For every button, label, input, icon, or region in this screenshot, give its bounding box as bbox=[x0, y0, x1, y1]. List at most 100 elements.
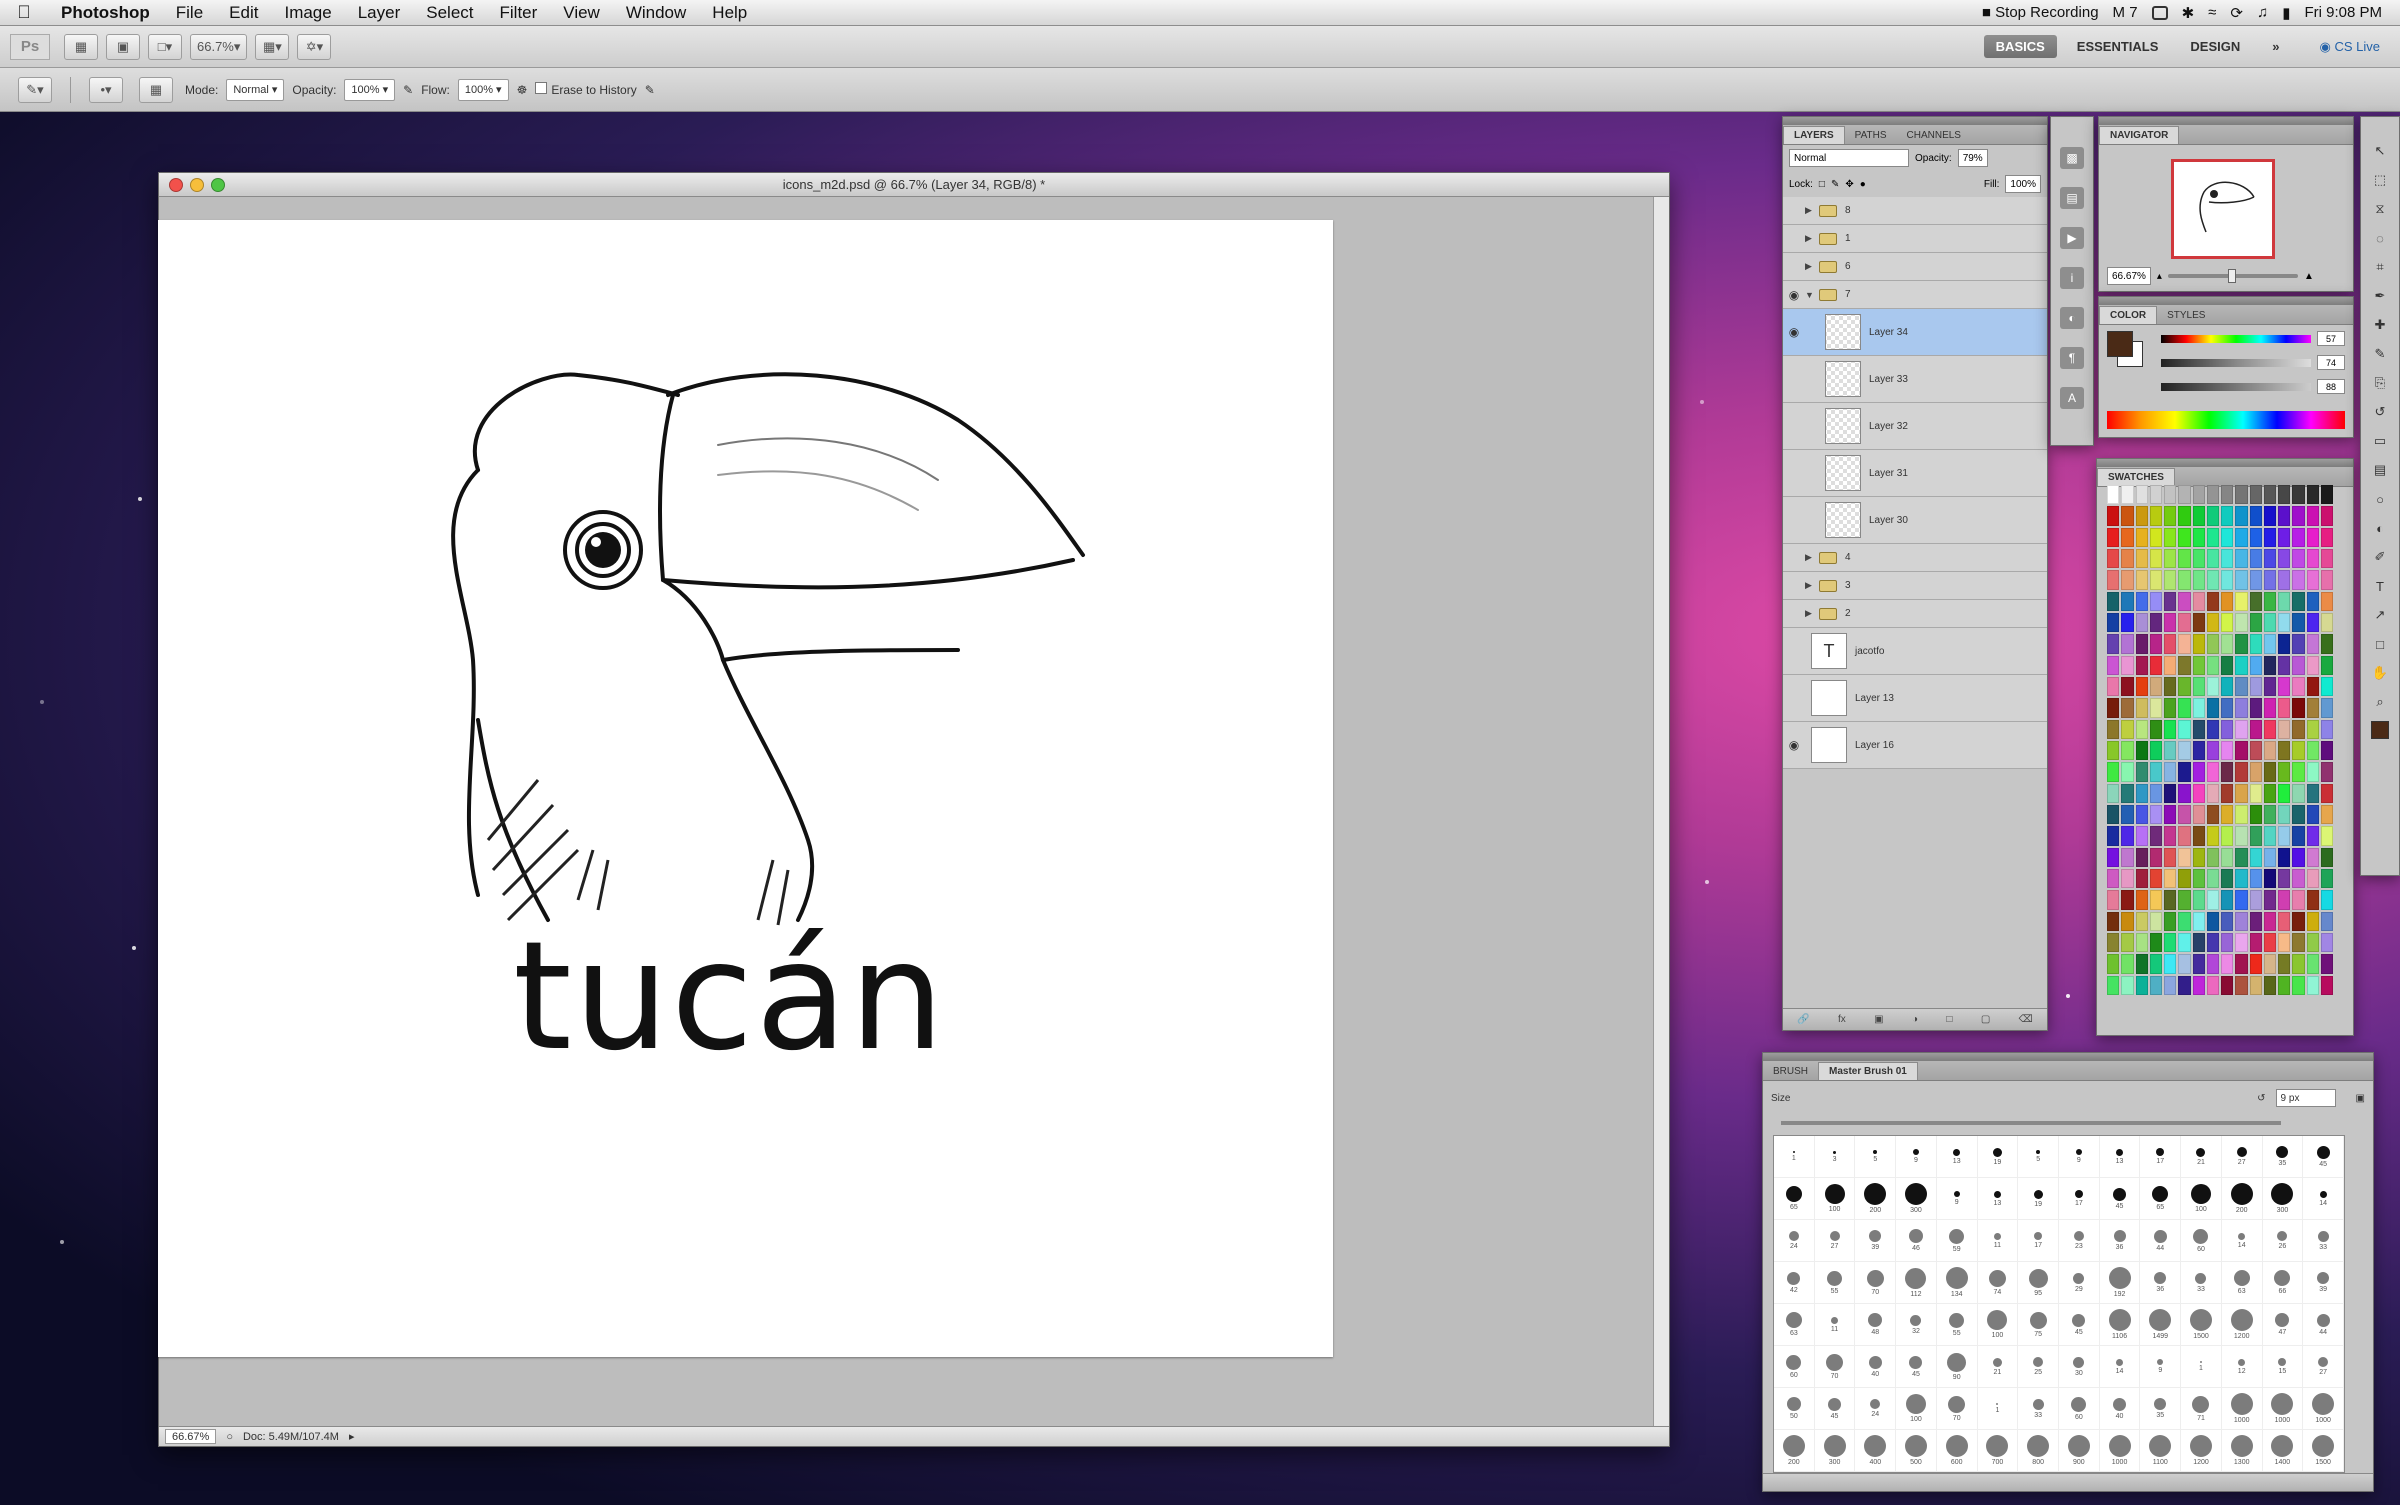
color-swatch[interactable] bbox=[2320, 847, 2333, 867]
visibility-eye-icon[interactable]: ◉ bbox=[1783, 738, 1805, 752]
brush-preset[interactable]: 200 bbox=[1774, 1430, 1815, 1472]
color-swatch[interactable] bbox=[2292, 890, 2305, 910]
color-swatch[interactable] bbox=[2164, 805, 2177, 825]
color-swatch[interactable] bbox=[2249, 527, 2262, 547]
color-swatch[interactable] bbox=[2206, 762, 2219, 782]
color-swatch[interactable] bbox=[2164, 506, 2177, 526]
brush-preset[interactable]: 9 bbox=[2140, 1346, 2182, 1388]
layer-row[interactable]: Layer 31 bbox=[1783, 450, 2047, 497]
color-swatch[interactable] bbox=[2278, 869, 2291, 889]
color-swatch[interactable] bbox=[2107, 613, 2120, 633]
color-swatch[interactable] bbox=[2178, 933, 2191, 953]
color-swatch[interactable] bbox=[2121, 762, 2134, 782]
color-swatch[interactable] bbox=[2263, 741, 2276, 761]
color-swatch[interactable] bbox=[2249, 613, 2262, 633]
color-swatch[interactable] bbox=[2221, 826, 2234, 846]
color-swatch[interactable] bbox=[2206, 954, 2219, 974]
color-swatch[interactable] bbox=[2149, 698, 2162, 718]
color-swatch[interactable] bbox=[2135, 527, 2148, 547]
color-swatch[interactable] bbox=[2235, 762, 2248, 782]
color-swatch[interactable] bbox=[2320, 975, 2333, 995]
color-swatch[interactable] bbox=[2206, 741, 2219, 761]
new-layer-icon[interactable]: ▢ bbox=[1981, 1014, 1990, 1025]
color-swatch[interactable] bbox=[2235, 911, 2248, 931]
arrange-documents-button[interactable]: ▦▾ bbox=[255, 33, 290, 60]
color-swatch[interactable] bbox=[2221, 954, 2234, 974]
color-swatch[interactable] bbox=[2192, 911, 2205, 931]
color-swatch[interactable] bbox=[2278, 698, 2291, 718]
workspace-more[interactable]: » bbox=[2260, 35, 2291, 58]
color-swatch[interactable] bbox=[2249, 719, 2262, 739]
bridge-button[interactable]: ▦ bbox=[64, 33, 98, 60]
brush-preset[interactable]: 12 bbox=[2221, 1346, 2263, 1388]
color-swatch[interactable] bbox=[2292, 591, 2305, 611]
brush-preset[interactable]: 11 bbox=[1814, 1304, 1856, 1346]
color-swatch[interactable] bbox=[2192, 741, 2205, 761]
color-swatch[interactable] bbox=[2206, 591, 2219, 611]
mini-bridge-button[interactable]: ▣ bbox=[106, 33, 140, 60]
apple-icon[interactable]:  bbox=[0, 2, 48, 23]
brush-preset[interactable]: 700 bbox=[1977, 1430, 2019, 1472]
brush-preset[interactable]: 44 bbox=[2303, 1304, 2344, 1346]
zoom-out-icon[interactable]: ▴ bbox=[2157, 271, 2162, 282]
color-swatch[interactable] bbox=[2249, 911, 2262, 931]
workspace-basics[interactable]: BASICS bbox=[1983, 35, 2057, 58]
color-swatch[interactable] bbox=[2121, 527, 2134, 547]
color-swatch[interactable] bbox=[2235, 655, 2248, 675]
color-swatch[interactable] bbox=[2221, 762, 2234, 782]
color-swatch[interactable] bbox=[2278, 549, 2291, 569]
color-swatch[interactable] bbox=[2320, 805, 2333, 825]
workspace-design[interactable]: DESIGN bbox=[2178, 35, 2252, 58]
color-swatch[interactable] bbox=[2178, 570, 2191, 590]
color-swatch[interactable] bbox=[2292, 698, 2305, 718]
color-swatch[interactable] bbox=[2135, 826, 2148, 846]
zoom-level-dropdown[interactable]: 66.7% ▾ bbox=[190, 33, 248, 60]
trash-icon[interactable]: ⌫ bbox=[2019, 1014, 2033, 1025]
color-swatch[interactable] bbox=[2135, 805, 2148, 825]
color-swatch[interactable] bbox=[2164, 527, 2177, 547]
crop-tool-icon[interactable]: ⌗ bbox=[2369, 257, 2391, 277]
color-swatch[interactable] bbox=[2206, 655, 2219, 675]
cs-live-button[interactable]: ◉ CS Live bbox=[2320, 39, 2381, 55]
color-swatch[interactable] bbox=[2320, 591, 2333, 611]
brush-preset[interactable]: 1500 bbox=[2181, 1304, 2222, 1346]
brush-preset[interactable]: 15 bbox=[2262, 1346, 2304, 1388]
color-swatch[interactable] bbox=[2292, 954, 2305, 974]
color-swatch[interactable] bbox=[2192, 506, 2205, 526]
color-swatch[interactable] bbox=[2306, 591, 2319, 611]
brush-preset[interactable]: 30 bbox=[2059, 1346, 2100, 1388]
color-swatch[interactable] bbox=[2178, 506, 2191, 526]
slider-knob[interactable] bbox=[2227, 269, 2236, 283]
panel-drag-bar[interactable] bbox=[1763, 1053, 2373, 1061]
eraser-tool-icon[interactable]: ▭ bbox=[2369, 431, 2391, 451]
timemachine-icon[interactable] bbox=[2151, 5, 2168, 20]
color-swatch[interactable] bbox=[2121, 975, 2134, 995]
brush-preset[interactable]: 46 bbox=[1896, 1220, 1937, 1262]
color-swatch[interactable] bbox=[2149, 655, 2162, 675]
color-swatch[interactable] bbox=[2221, 911, 2234, 931]
color-swatch[interactable] bbox=[2135, 975, 2148, 995]
color-swatch[interactable] bbox=[2192, 527, 2205, 547]
color-swatch[interactable] bbox=[2221, 741, 2234, 761]
color-swatch[interactable] bbox=[2107, 741, 2120, 761]
color-swatch[interactable] bbox=[2278, 783, 2291, 803]
color-swatch[interactable] bbox=[2278, 485, 2291, 505]
color-swatch[interactable] bbox=[2149, 613, 2162, 633]
color-slider-r[interactable] bbox=[2161, 335, 2311, 343]
brush-preset[interactable]: 3 bbox=[1814, 1136, 1856, 1178]
color-swatch[interactable] bbox=[2249, 591, 2262, 611]
brush-preset[interactable]: 42 bbox=[1774, 1262, 1815, 1304]
color-swatch[interactable] bbox=[2107, 655, 2120, 675]
color-swatch[interactable] bbox=[2192, 847, 2205, 867]
color-swatch[interactable] bbox=[2192, 591, 2205, 611]
brush-preset[interactable]: 1 bbox=[1977, 1388, 2019, 1430]
color-swatch[interactable] bbox=[2263, 783, 2276, 803]
color-swatch[interactable] bbox=[2263, 485, 2276, 505]
brush-preset[interactable]: 600 bbox=[1936, 1430, 1978, 1472]
color-swatch[interactable] bbox=[2235, 634, 2248, 654]
color-swatch[interactable] bbox=[2306, 847, 2319, 867]
color-swatch[interactable] bbox=[2263, 847, 2276, 867]
color-spectrum-ramp[interactable] bbox=[2107, 411, 2345, 429]
color-swatch[interactable] bbox=[2192, 719, 2205, 739]
group-disclosure-icon[interactable]: ▶ bbox=[1805, 233, 1819, 244]
